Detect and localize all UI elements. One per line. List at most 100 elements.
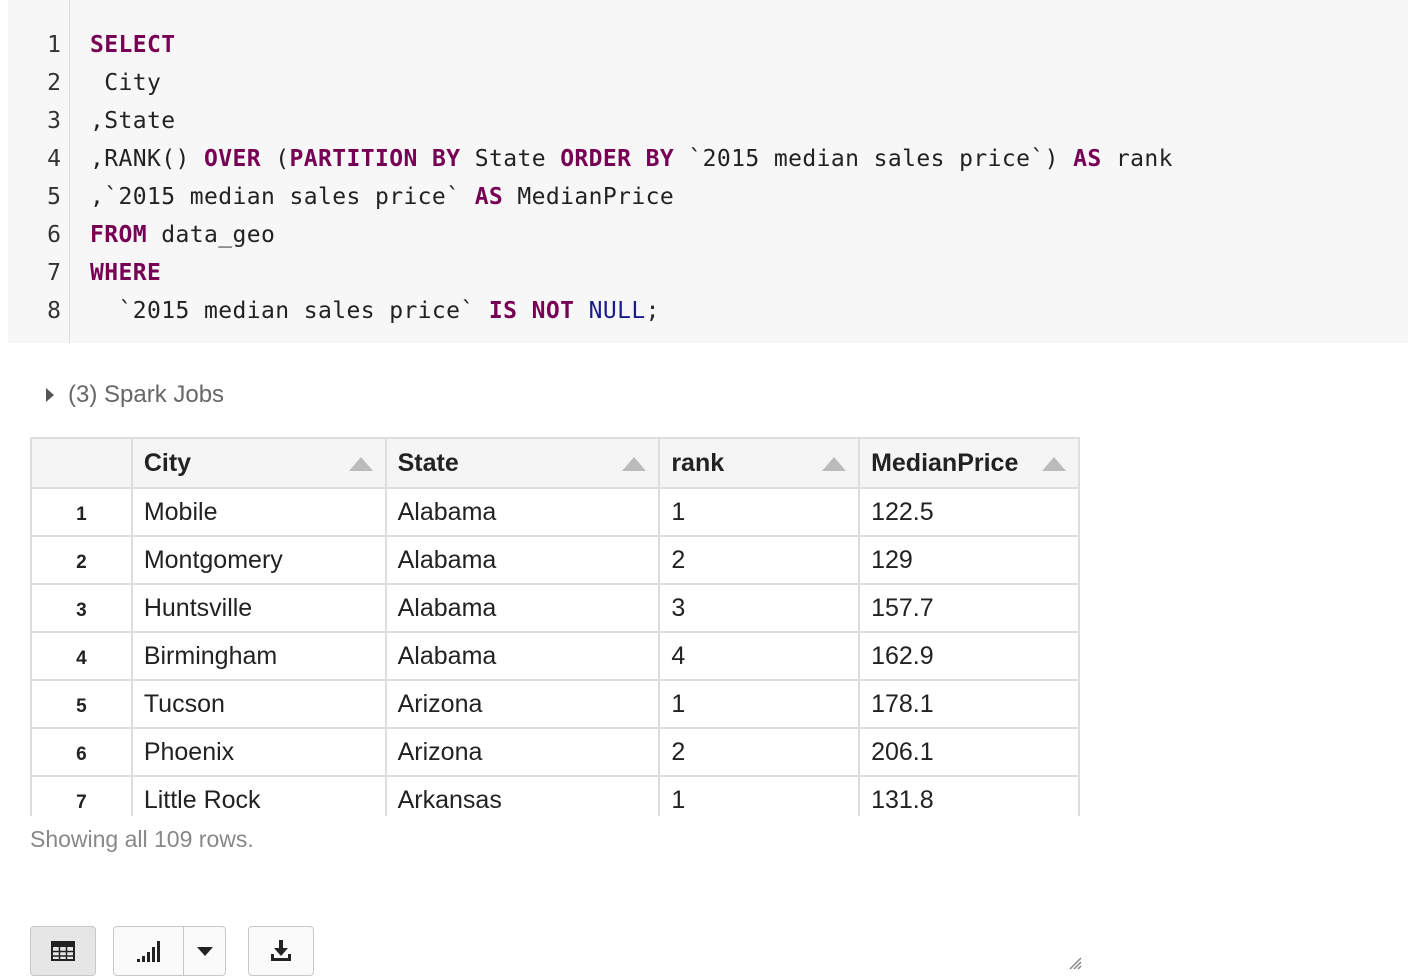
sort-ascending-icon[interactable]: [1042, 457, 1066, 471]
line-number: 3: [47, 108, 61, 134]
cell-city: Montgomery: [130, 535, 387, 585]
sql-keyword: IS NOT: [488, 298, 575, 324]
bar-chart-icon: [136, 941, 160, 962]
sort-ascending-icon[interactable]: [622, 457, 647, 471]
cell-rank: 1: [658, 487, 861, 537]
cell-state: Alabama: [384, 535, 661, 585]
code-line[interactable]: ,State: [90, 102, 175, 140]
download-icon: [271, 940, 291, 961]
code-token: data_geo: [147, 222, 276, 248]
sort-ascending-icon[interactable]: [348, 457, 373, 471]
line-number: 6: [47, 222, 61, 248]
cell-rank: 2: [658, 535, 861, 585]
expand-triangle-icon: [46, 388, 54, 402]
cell-rank: 1: [658, 679, 861, 729]
code-editor[interactable]: 1 2 3 4 5 6 7 8 SELECT City ,State ,RANK…: [8, 0, 1408, 343]
code-token: (: [260, 146, 290, 172]
column-header-medianprice[interactable]: MedianPrice: [858, 437, 1080, 489]
column-header-rank[interactable]: rank: [658, 437, 861, 489]
row-index: 4: [30, 631, 133, 681]
column-header-state[interactable]: State: [384, 437, 661, 489]
line-number: 8: [47, 298, 61, 324]
code-token: rank: [1101, 146, 1173, 172]
sql-keyword: OVER: [203, 146, 261, 172]
row-index: 1: [30, 487, 133, 537]
cell-state: Arizona: [384, 727, 661, 777]
cell-state: Alabama: [384, 583, 661, 633]
cell-rank: 4: [658, 631, 861, 681]
cell-medianprice: 129: [858, 535, 1080, 585]
column-header-label: rank: [671, 448, 725, 477]
sql-literal: NULL: [588, 298, 646, 324]
chart-view-button[interactable]: [113, 926, 184, 976]
line-number: 2: [47, 70, 61, 96]
sql-keyword: WHERE: [90, 260, 162, 286]
table-header-row: City State rank MedianPrice: [30, 437, 1080, 489]
code-token: ;: [645, 298, 660, 324]
cell-city: Huntsville: [130, 583, 387, 633]
column-header-label: MedianPrice: [871, 448, 1019, 477]
code-token: ,`2015 median sales price`: [90, 184, 475, 210]
code-line[interactable]: WHERE: [90, 254, 161, 292]
chevron-down-icon: [196, 946, 213, 956]
line-number: 4: [47, 146, 61, 172]
cell-medianprice: 131.8: [858, 775, 1080, 816]
sql-keyword: AS: [1073, 146, 1102, 172]
index-column-header: [30, 437, 133, 489]
cell-state: Alabama: [384, 631, 661, 681]
table-row[interactable]: 5 Tucson Arizona 1 178.1: [30, 679, 1080, 729]
table-row[interactable]: 1 Mobile Alabama 1 122.5: [30, 487, 1080, 537]
spark-jobs-label: (3) Spark Jobs: [68, 381, 225, 408]
code-line[interactable]: FROM data_geo: [90, 216, 275, 254]
results-table-container[interactable]: City State rank MedianPrice 1 Mobile Alaba…: [30, 437, 1080, 816]
code-line[interactable]: City: [90, 64, 161, 102]
table-row[interactable]: 2 Montgomery Alabama 2 129: [30, 535, 1080, 585]
code-line[interactable]: ,`2015 median sales price` AS MedianPric…: [90, 178, 674, 216]
cell-rank: 2: [658, 727, 861, 777]
cell-medianprice: 122.5: [858, 487, 1080, 537]
column-header-city[interactable]: City: [130, 437, 387, 489]
cell-medianprice: 157.7: [858, 583, 1080, 633]
code-line[interactable]: SELECT: [90, 26, 175, 64]
code-line[interactable]: ,RANK() OVER (PARTITION BY State ORDER B…: [90, 140, 1173, 178]
cell-rank: 1: [658, 775, 861, 816]
row-index: 6: [30, 727, 133, 777]
cell-state: Arizona: [384, 679, 661, 729]
line-number: 5: [47, 184, 61, 210]
code-token: MedianPrice: [503, 184, 675, 210]
chart-options-dropdown[interactable]: [183, 926, 226, 976]
row-count-note: Showing all 109 rows.: [30, 826, 254, 852]
table-row[interactable]: 6 Phoenix Arizona 2 206.1: [30, 727, 1080, 777]
line-number-gutter: 1 2 3 4 5 6 7 8: [8, 0, 70, 343]
table-view-button[interactable]: [30, 926, 96, 976]
code-token: State: [460, 146, 561, 172]
row-index: 5: [30, 679, 133, 729]
cell-rank: 3: [658, 583, 861, 633]
column-header-label: State: [397, 448, 459, 477]
sort-ascending-icon[interactable]: [822, 457, 847, 471]
code-token: ,RANK(): [90, 146, 204, 172]
line-number: 7: [47, 260, 61, 286]
cell-city: Mobile: [130, 487, 387, 537]
download-button[interactable]: [248, 926, 314, 976]
code-token: `2015 median sales price`: [90, 298, 489, 324]
table-row[interactable]: 4 Birmingham Alabama 4 162.9: [30, 631, 1080, 681]
code-line[interactable]: `2015 median sales price` IS NOT NULL;: [90, 292, 660, 330]
cell-city: Birmingham: [130, 631, 387, 681]
cell-city: Tucson: [130, 679, 387, 729]
table-row[interactable]: 7 Little Rock Arkansas 1 131.8: [30, 775, 1080, 816]
code-token: `2015 median sales price`): [674, 146, 1074, 172]
results-table: City State rank MedianPrice 1 Mobile Alaba…: [30, 437, 1080, 816]
table-row[interactable]: 3 Huntsville Alabama 3 157.7: [30, 583, 1080, 633]
row-index: 7: [30, 775, 133, 816]
spark-jobs-toggle[interactable]: (3) Spark Jobs: [46, 378, 224, 412]
cell-medianprice: 178.1: [858, 679, 1080, 729]
resize-handle-icon[interactable]: [1066, 954, 1082, 970]
cell-medianprice: 206.1: [858, 727, 1080, 777]
sql-keyword: PARTITION BY: [289, 146, 461, 172]
cell-city: Phoenix: [130, 727, 387, 777]
code-token: City: [90, 70, 162, 96]
column-header-label: City: [143, 448, 192, 477]
sql-keyword: AS: [474, 184, 504, 210]
